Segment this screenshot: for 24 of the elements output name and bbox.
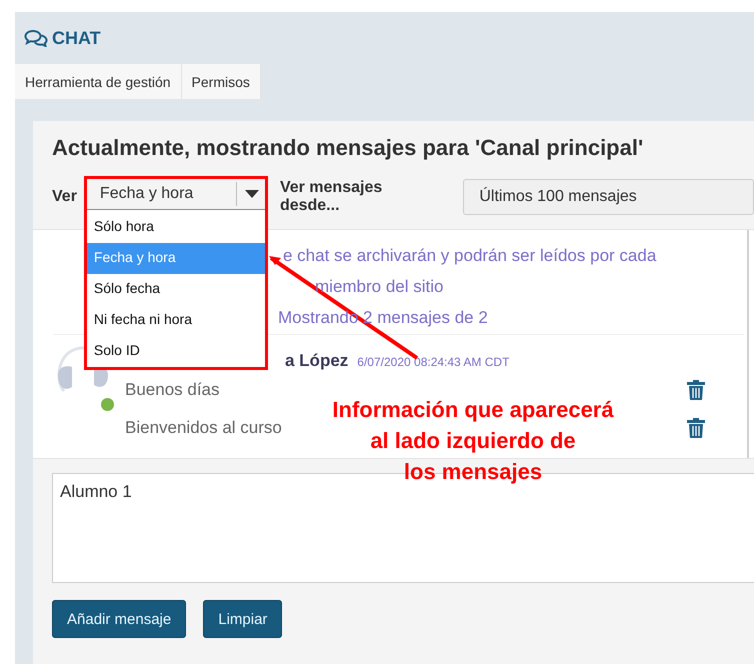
annotation-text: Información que aparecerá (331, 396, 615, 424)
scrollbar[interactable] (747, 230, 749, 458)
notice-text: miembro del sitio (315, 276, 444, 298)
message-text: Bienvenidos al curso (125, 418, 282, 438)
delete-button[interactable] (687, 418, 705, 438)
message-text: Buenos días (125, 380, 220, 400)
app-title: CHAT (52, 28, 101, 48)
author-name: a López (285, 351, 348, 371)
since-label: Ver mensajes desde... (280, 179, 384, 215)
chat-icon (24, 29, 48, 47)
delete-button[interactable] (687, 380, 705, 400)
action-button[interactable]: Añadir mensaje (52, 600, 186, 638)
action-button[interactable]: Limpiar (203, 600, 282, 638)
timestamp: 6/07/2020 08:24:43 AM CDT (357, 355, 510, 369)
annotation-text: al lado izquierdo de (369, 427, 577, 455)
view-label: Ver (52, 188, 77, 206)
tab[interactable]: Herramienta de gestión (15, 64, 182, 99)
page-heading: Actualmente, mostrando mensajes para 'Canal principal' (52, 135, 644, 161)
view-dropdown[interactable]: Fecha y hora (86, 179, 265, 210)
since-dropdown[interactable]: Últimos 100 mensajes (463, 179, 754, 215)
notice-text: e chat se archivarán y podrán ser leídos por cada (283, 245, 658, 267)
tab[interactable]: Permisos (182, 64, 261, 99)
caret-icon (244, 190, 259, 198)
notice-text: Mostrando 2 mensajes de 2 (278, 307, 489, 329)
